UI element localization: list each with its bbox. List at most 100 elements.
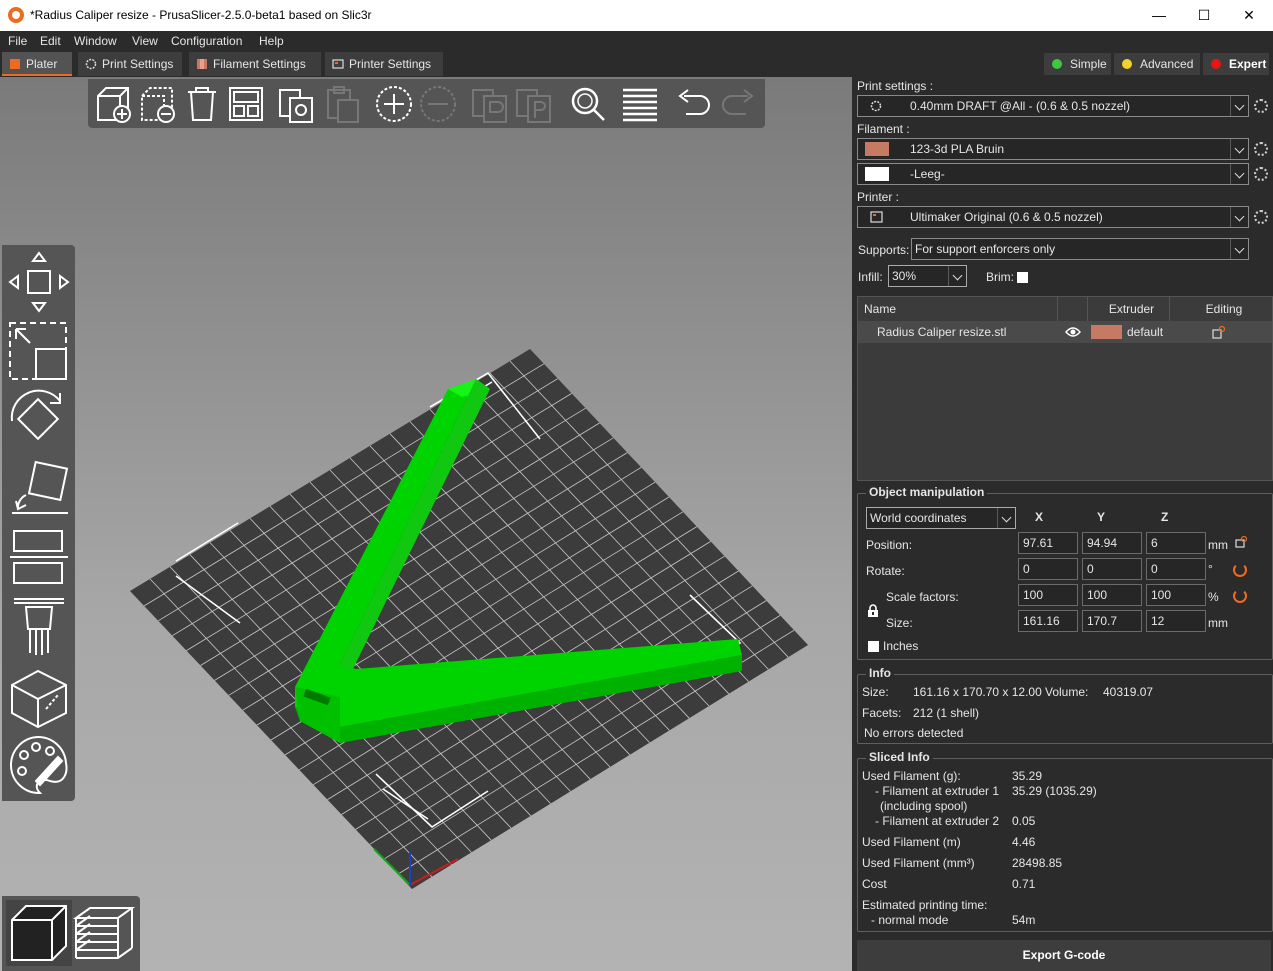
printer-edit-icon[interactable] <box>1254 210 1268 224</box>
supports-combo[interactable]: For support enforcers only <box>911 238 1249 260</box>
eye-icon[interactable] <box>1065 326 1081 338</box>
maximize-button[interactable]: ☐ <box>1181 0 1227 31</box>
export-gcode-button[interactable]: Export G-code <box>857 940 1271 971</box>
menu-edit[interactable]: Edit <box>40 34 61 48</box>
rotate-x-field[interactable]: 0 <box>1018 558 1078 580</box>
reset-scale-icon[interactable] <box>1233 589 1247 603</box>
info-facets-value: 212 (1 shell) <box>913 706 980 720</box>
tab-plater[interactable]: Plater <box>2 52 72 76</box>
col-visibility-header[interactable] <box>1058 297 1088 321</box>
tab-printer-settings[interactable]: Printer Settings <box>325 52 443 76</box>
print-settings-edit-icon[interactable] <box>1254 99 1268 113</box>
coord-system-combo[interactable]: World coordinates <box>866 507 1016 529</box>
filament2-color-swatch[interactable] <box>865 167 889 181</box>
delete-all-icon[interactable] <box>180 82 224 126</box>
brim-checkbox[interactable] <box>1017 272 1028 283</box>
including-spool-label: (including spool) <box>880 799 968 813</box>
sidebar: Print settings : 0.40mm DRAFT @All - (0.… <box>852 77 1273 971</box>
supports-label: Supports: <box>858 243 910 257</box>
move-icon[interactable] <box>6 249 72 315</box>
size-y-field[interactable]: 170.7 <box>1082 610 1142 632</box>
search-icon[interactable] <box>566 82 610 126</box>
filament-extruder1-value: 35.29 (1035.29) <box>1012 784 1097 798</box>
printer-combo[interactable]: Ultimaker Original (0.6 & 0.5 nozzel) <box>857 206 1249 228</box>
copy-icon[interactable] <box>274 82 318 126</box>
filament1-combo[interactable]: 123-3d PLA Bruin <box>857 138 1249 160</box>
menu-file[interactable]: File <box>8 34 27 48</box>
position-y-field[interactable]: 94.94 <box>1082 532 1142 554</box>
tab-bar: Plater Print Settings Filament Settings … <box>0 51 1273 77</box>
drop-to-bed-icon[interactable] <box>1234 535 1248 549</box>
preview-icon[interactable] <box>72 900 138 966</box>
lock-icon[interactable] <box>867 604 879 618</box>
remove-instance-icon[interactable] <box>416 82 460 126</box>
place-on-face-icon[interactable] <box>6 457 72 523</box>
tab-print-settings[interactable]: Print Settings <box>78 52 182 76</box>
rotate-icon[interactable] <box>6 387 72 453</box>
minimize-button[interactable]: — <box>1136 0 1182 31</box>
add-icon[interactable] <box>92 82 136 126</box>
mmu-paint-icon[interactable] <box>6 733 72 799</box>
close-button[interactable]: ✕ <box>1226 0 1272 31</box>
col-extruder-header[interactable]: Extruder <box>1088 297 1170 321</box>
split-parts-icon[interactable] <box>512 82 556 126</box>
filament1-edit-icon[interactable] <box>1254 142 1268 156</box>
filament1-color-swatch[interactable] <box>865 142 889 156</box>
layers-editing-icon[interactable] <box>618 82 662 126</box>
print-settings-combo[interactable]: 0.40mm DRAFT @All - (0.6 & 0.5 nozzel) <box>857 95 1249 117</box>
menu-help[interactable]: Help <box>259 34 284 48</box>
mode-advanced-button[interactable]: Advanced <box>1114 53 1200 75</box>
3d-view-icon[interactable] <box>6 900 72 966</box>
3d-scene[interactable] <box>0 77 852 971</box>
title-bar: *Radius Caliper resize - PrusaSlicer-2.5… <box>0 0 1273 31</box>
menu-configuration[interactable]: Configuration <box>171 34 242 48</box>
filament-extruder2-value: 0.05 <box>1012 814 1036 828</box>
info-errors: No errors detected <box>864 726 964 740</box>
filament2-edit-icon[interactable] <box>1254 167 1268 181</box>
scale-icon[interactable] <box>6 319 72 385</box>
undo-icon[interactable] <box>672 82 716 126</box>
info-size-value: 161.16 x 170.70 x 12.00 <box>913 685 1042 699</box>
col-editing-header[interactable]: Editing <box>1170 297 1272 321</box>
menu-view[interactable]: View <box>132 34 158 48</box>
mode-simple-button[interactable]: Simple <box>1044 53 1111 75</box>
add-instance-icon[interactable] <box>372 82 416 126</box>
split-objects-icon[interactable] <box>468 82 512 126</box>
reset-rotation-icon[interactable] <box>1233 563 1247 577</box>
3d-viewport[interactable] <box>0 77 852 971</box>
cut-icon[interactable] <box>6 525 72 591</box>
normal-mode-value: 54m <box>1012 913 1036 927</box>
size-z-field[interactable]: 12 <box>1146 610 1206 632</box>
chevron-down-icon <box>997 508 1015 528</box>
arrange-icon[interactable] <box>224 82 268 126</box>
col-name-header[interactable]: Name <box>858 297 1058 321</box>
sliced-info-title: Sliced Info <box>866 750 933 764</box>
support-paint-icon[interactable] <box>6 593 72 659</box>
mode-expert-button[interactable]: Expert <box>1203 53 1269 75</box>
position-x-field[interactable]: 97.61 <box>1018 532 1078 554</box>
inches-checkbox[interactable] <box>868 641 879 652</box>
tab-filament-settings[interactable]: Filament Settings <box>189 52 321 76</box>
redo-icon[interactable] <box>716 82 760 126</box>
seam-paint-icon[interactable] <box>6 665 72 731</box>
size-unit: mm <box>1208 616 1228 630</box>
size-x-field[interactable]: 161.16 <box>1018 610 1078 632</box>
extruder-color-swatch[interactable] <box>1091 325 1122 339</box>
infill-combo[interactable]: 30% <box>888 265 967 287</box>
position-label: Position: <box>866 538 913 552</box>
tab-filament-settings-label: Filament Settings <box>213 57 306 71</box>
scale-z-field[interactable]: 100 <box>1146 584 1206 606</box>
delete-icon[interactable] <box>136 82 180 126</box>
rotate-y-field[interactable]: 0 <box>1082 558 1142 580</box>
mode-expert-label: Expert <box>1229 57 1267 71</box>
table-row[interactable]: Radius Caliper resize.stl default <box>858 321 1272 343</box>
position-z-field[interactable]: 6 <box>1146 532 1206 554</box>
scale-y-field[interactable]: 100 <box>1082 584 1142 606</box>
menu-window[interactable]: Window <box>74 34 117 48</box>
scale-x-field[interactable]: 100 <box>1018 584 1078 606</box>
paste-icon[interactable] <box>320 82 364 126</box>
spool-icon <box>197 59 207 69</box>
rotate-z-field[interactable]: 0 <box>1146 558 1206 580</box>
filament2-combo[interactable]: -Leeg- <box>857 163 1249 185</box>
edit-settings-icon[interactable] <box>1212 326 1225 339</box>
